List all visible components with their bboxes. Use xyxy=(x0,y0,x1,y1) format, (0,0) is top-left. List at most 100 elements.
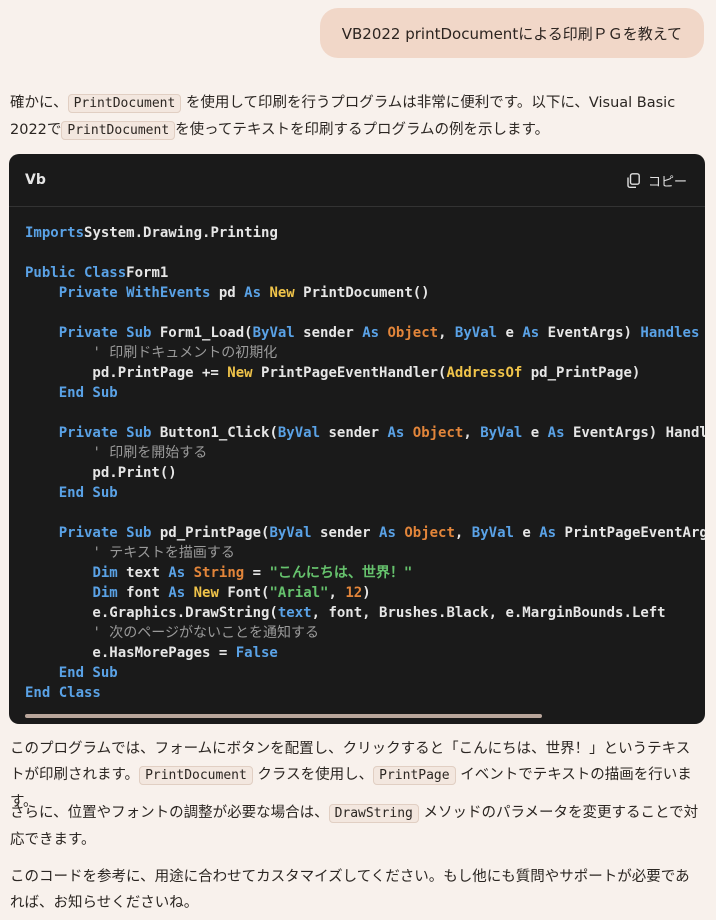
code-token: AddressOf xyxy=(446,365,523,381)
code-line: ' テキストを描画する xyxy=(25,543,705,563)
code-token: As xyxy=(362,325,380,341)
code-line: Dim text As String = "こんにちは、世界！" xyxy=(25,563,705,583)
code-token: ByVal xyxy=(269,525,312,541)
code-token: Font( xyxy=(218,585,270,601)
code-token: Object xyxy=(404,525,455,541)
intro-paragraph: 確かに、 PrintDocument を使用して印刷を行うプログラムは非常に便利で… xyxy=(10,90,700,144)
code-token: New xyxy=(193,585,219,601)
code-token: Object xyxy=(387,325,439,341)
inline-code-printdocument: PrintDocument xyxy=(67,94,182,113)
code-token: e xyxy=(522,425,548,441)
code-token: pd.Print() xyxy=(25,465,177,481)
code-token: Form1 xyxy=(126,265,169,281)
code-line: e.Graphics.DrawString(text, font, Brushe… xyxy=(25,603,705,623)
code-token: ByVal xyxy=(480,425,523,441)
code-token: pd_PrintPage( xyxy=(151,525,270,541)
code-line: Private Sub pd_PrintPage(ByVal sender As… xyxy=(25,523,705,543)
code-token: As xyxy=(522,325,540,341)
code-token: Object xyxy=(412,425,464,441)
intro-text-3: を使ってテキストを印刷するプログラムの例を示します。 xyxy=(175,122,550,138)
code-token: Dim xyxy=(92,585,118,601)
code-token: String xyxy=(193,565,245,581)
code-token: ByVal xyxy=(277,425,321,441)
code-token: EventArgs) Handles xyxy=(572,425,705,441)
inline-code-printdocument-3: PrintDocument xyxy=(139,766,253,785)
code-token: EventArgs) xyxy=(539,325,641,341)
code-line: Private Sub Form1_Load(ByVal sender As O… xyxy=(25,323,705,343)
code-token: e.Graphics.DrawString( xyxy=(25,605,278,621)
adjustment-paragraph: さらに、位置やフォントの調整が必要な場合は、 DrawString メソッドのパラ… xyxy=(10,800,700,853)
code-line: Private Sub Button1_Click(ByVal sender A… xyxy=(25,423,705,443)
code-token: e xyxy=(497,325,523,341)
code-token: PrintPageEventHandler( xyxy=(252,365,447,381)
code-token: ' 印刷ドキュメントの初期化 xyxy=(92,345,278,361)
code-token: PrintDocument() xyxy=(294,285,430,301)
code-token: e xyxy=(513,525,540,541)
code-token: ByVal xyxy=(471,525,514,541)
code-token: As xyxy=(547,425,565,441)
code-token: , xyxy=(328,585,346,601)
code-token: ByVal xyxy=(454,325,498,341)
code-token: , xyxy=(438,325,455,341)
code-block: Vb コピー ImportsSystem.Drawing.Printing Pub… xyxy=(9,154,705,724)
code-token: Form1_Load( xyxy=(151,325,253,341)
code-line: End Sub xyxy=(25,483,705,503)
code-token: "こんにちは、世界！" xyxy=(269,565,413,581)
code-token: sender xyxy=(320,425,388,441)
code-line: Public ClassForm1 xyxy=(25,263,705,283)
code-token: New xyxy=(269,285,295,301)
code-line: Dim font As New Font("Arial", 12) xyxy=(25,583,705,603)
user-message-text: VB2022 printDocumentによる印刷ＰＧを教えて xyxy=(341,24,682,43)
code-language-label: Vb xyxy=(25,172,46,188)
code-token: ' テキストを描画する xyxy=(92,545,235,561)
code-token: As xyxy=(387,425,405,441)
closing-paragraph: このコードを参考に、用途に合わせてカスタマイズしてください。もし他にも質問やサポ… xyxy=(10,864,700,916)
code-token: 12 xyxy=(345,585,363,601)
code-token: , font, Brushes.Black, e.MarginBounds.Le… xyxy=(311,605,666,621)
code-token: = xyxy=(244,565,270,581)
code-token: New xyxy=(227,365,253,381)
code-token: "Arial" xyxy=(269,585,329,601)
copy-button[interactable]: コピー xyxy=(627,171,687,190)
code-token: End Class xyxy=(25,685,101,701)
code-line: pd.PrintPage += New PrintPageEventHandle… xyxy=(25,363,705,383)
code-token: Private WithEvents xyxy=(58,285,211,301)
code-token: Dim xyxy=(92,565,118,581)
code-token: pd_PrintPage) xyxy=(522,365,641,381)
code-line: End Sub xyxy=(25,383,705,403)
code-line: pd.Print() xyxy=(25,463,705,483)
code-token: , xyxy=(463,425,481,441)
intro-text-1: 確かに、 xyxy=(10,95,68,111)
code-line: Private WithEvents pd As New PrintDocume… xyxy=(25,283,705,303)
code-token: ' 次のページがないことを通知する xyxy=(92,625,320,641)
code-token: As xyxy=(539,525,557,541)
code-token: , xyxy=(454,525,472,541)
code-token: End Sub xyxy=(58,485,118,501)
code-token: font xyxy=(117,585,169,601)
user-message-bubble: VB2022 printDocumentによる印刷ＰＧを教えて xyxy=(319,8,704,58)
code-token: End Sub xyxy=(58,385,118,401)
code-line: ' 次のページがないことを通知する xyxy=(25,623,705,643)
code-token: As xyxy=(168,585,186,601)
explanation-text-2: クラスを使用し、 xyxy=(252,767,374,783)
code-token: As xyxy=(379,525,396,541)
code-token: Imports xyxy=(25,225,85,241)
code-line: End Class xyxy=(25,683,705,703)
inline-code-drawstring: DrawString xyxy=(328,804,419,823)
horizontal-scrollbar[interactable] xyxy=(25,714,542,718)
code-line: e.HasMorePages = False xyxy=(25,643,705,663)
code-token: System.Drawing.Printing xyxy=(84,225,278,241)
code-content: ImportsSystem.Drawing.Printing Public Cla… xyxy=(9,207,705,703)
code-token: text xyxy=(277,605,312,621)
